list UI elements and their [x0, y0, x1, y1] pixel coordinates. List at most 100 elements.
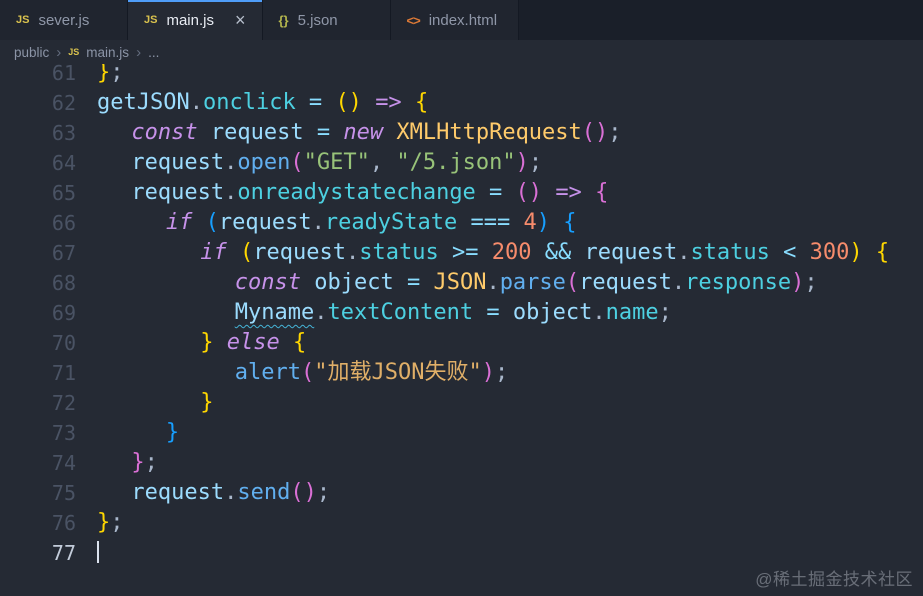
token: request [210, 120, 304, 145]
code-line-63[interactable]: 63 const request = new XMLHttpRequest(); [0, 118, 923, 148]
code-content[interactable]: } [97, 388, 214, 418]
code-content[interactable]: if (request.status >= 200 && request.sta… [97, 238, 889, 268]
token: . [314, 300, 328, 325]
line-number[interactable]: 67 [0, 238, 76, 268]
close-icon[interactable]: × [235, 11, 246, 29]
line-number[interactable]: 63 [0, 118, 76, 148]
token: >= [438, 240, 492, 265]
code-content[interactable]: if (request.readyState === 4) { [97, 208, 577, 238]
token: alert [234, 360, 301, 385]
token: = [475, 180, 516, 205]
token: onreadystatechange [237, 180, 476, 205]
code-content[interactable]: request.open("GET", "/5.json"); [97, 148, 542, 178]
code-line-77[interactable]: 77 [0, 538, 923, 568]
code-line-72[interactable]: 72} [0, 388, 923, 418]
code-line-70[interactable]: 70 } else { [0, 328, 923, 358]
line-number[interactable]: 68 [0, 268, 76, 298]
token: ; [144, 450, 158, 475]
line-number[interactable]: 74 [0, 448, 76, 478]
code-content[interactable]: }; [97, 508, 124, 538]
token: } [97, 64, 111, 85]
token: request [131, 480, 225, 505]
token: send [237, 480, 291, 505]
code-content[interactable]: const object = JSON.parse(request.respon… [97, 268, 818, 298]
code-line-76[interactable]: 76}; [0, 508, 923, 538]
code-line-74[interactable]: 74}; [0, 448, 923, 478]
line-number[interactable]: 64 [0, 148, 76, 178]
token: = [303, 120, 344, 145]
token: ( [240, 240, 254, 265]
line-number[interactable]: 65 [0, 178, 76, 208]
line-number[interactable]: 72 [0, 388, 76, 418]
token: else [213, 330, 294, 355]
line-number[interactable]: 62 [0, 88, 76, 118]
tab-label: 5.json [297, 11, 338, 29]
breadcrumb-item-public[interactable]: public [14, 45, 49, 60]
vscode-window: JS sever.js JS main.js × {} 5.json <> index.html… [0, 0, 923, 589]
tab-index-html[interactable]: <> index.html [390, 0, 519, 40]
tab-sever-js[interactable]: JS sever.js [0, 0, 128, 40]
code-content[interactable]: } else { [97, 328, 306, 358]
token: ) [791, 270, 805, 295]
token: parse [499, 270, 566, 295]
token: && [531, 240, 585, 265]
token: 300 [809, 240, 850, 265]
code-line-67[interactable]: 67 if (request.status >= 200 && request.s… [0, 238, 923, 268]
line-number[interactable]: 76 [0, 508, 76, 538]
code-content[interactable]: getJSON.onclick = () => { [97, 88, 428, 118]
line-number[interactable]: 61 [0, 64, 76, 88]
token: . [677, 240, 691, 265]
line-number[interactable]: 69 [0, 298, 76, 328]
code-line-66[interactable]: 66 if (request.readyState === 4) { [0, 208, 923, 238]
code-line-65[interactable]: 65 request.onreadystatechange = () => { [0, 178, 923, 208]
code-content[interactable]: request.onreadystatechange = () => { [97, 178, 608, 208]
breadcrumb-item-[interactable]: ... [148, 45, 159, 60]
tab-main-js[interactable]: JS main.js × [128, 0, 263, 40]
code-line-61[interactable]: 61}; [0, 64, 923, 88]
token: 4 [523, 210, 537, 235]
token: open [237, 150, 291, 175]
token: } [200, 390, 214, 415]
code-content[interactable]: Myname.textContent = object.name; [97, 298, 672, 328]
code-content[interactable]: }; [97, 448, 158, 478]
tab-label: main.js [166, 11, 214, 29]
token: request [131, 150, 225, 175]
breadcrumb-item-main-js[interactable]: main.js [86, 45, 129, 60]
tab-5-json[interactable]: {} 5.json [262, 0, 391, 40]
token: { [293, 330, 307, 355]
token: object [314, 270, 394, 295]
code-content[interactable]: }; [97, 64, 124, 88]
code-content[interactable]: const request = new XMLHttpRequest(); [97, 118, 621, 148]
token: status [690, 240, 770, 265]
code-line-68[interactable]: 68 const object = JSON.parse(request.resp… [0, 268, 923, 298]
code-line-64[interactable]: 64 request.open("GET", "/5.json"); [0, 148, 923, 178]
token: ) [536, 210, 564, 235]
code-line-71[interactable]: 71 alert("加载JSON失败"); [0, 358, 923, 388]
html-file-icon: <> [406, 12, 421, 28]
token: = [473, 300, 513, 325]
code-content[interactable] [97, 538, 99, 568]
code-line-69[interactable]: 69 Myname.textContent = object.name; [0, 298, 923, 328]
line-number[interactable]: 77 [0, 538, 76, 568]
line-number[interactable]: 66 [0, 208, 76, 238]
code-line-62[interactable]: 62 getJSON.onclick = () => { [0, 88, 923, 118]
token: () [290, 480, 317, 505]
token: "加载JSON失败" [314, 360, 482, 385]
code-content[interactable]: } [97, 418, 179, 448]
token: name [605, 300, 659, 325]
line-number[interactable]: 71 [0, 358, 76, 388]
code-line-73[interactable]: 73} [0, 418, 923, 448]
line-number[interactable]: 75 [0, 478, 76, 508]
code-line-75[interactable]: 75 request.send(); [0, 478, 923, 508]
code-content[interactable]: request.send(); [97, 478, 330, 508]
code-editor[interactable]: 61}; 62 getJSON.onclick = () => {63 const r… [0, 64, 923, 596]
line-number[interactable]: 70 [0, 328, 76, 358]
token: { [414, 90, 429, 115]
token: => [375, 90, 402, 115]
line-number[interactable]: 73 [0, 418, 76, 448]
code-content[interactable]: alert("加载JSON失败"); [97, 358, 508, 388]
token: ) [481, 360, 495, 385]
